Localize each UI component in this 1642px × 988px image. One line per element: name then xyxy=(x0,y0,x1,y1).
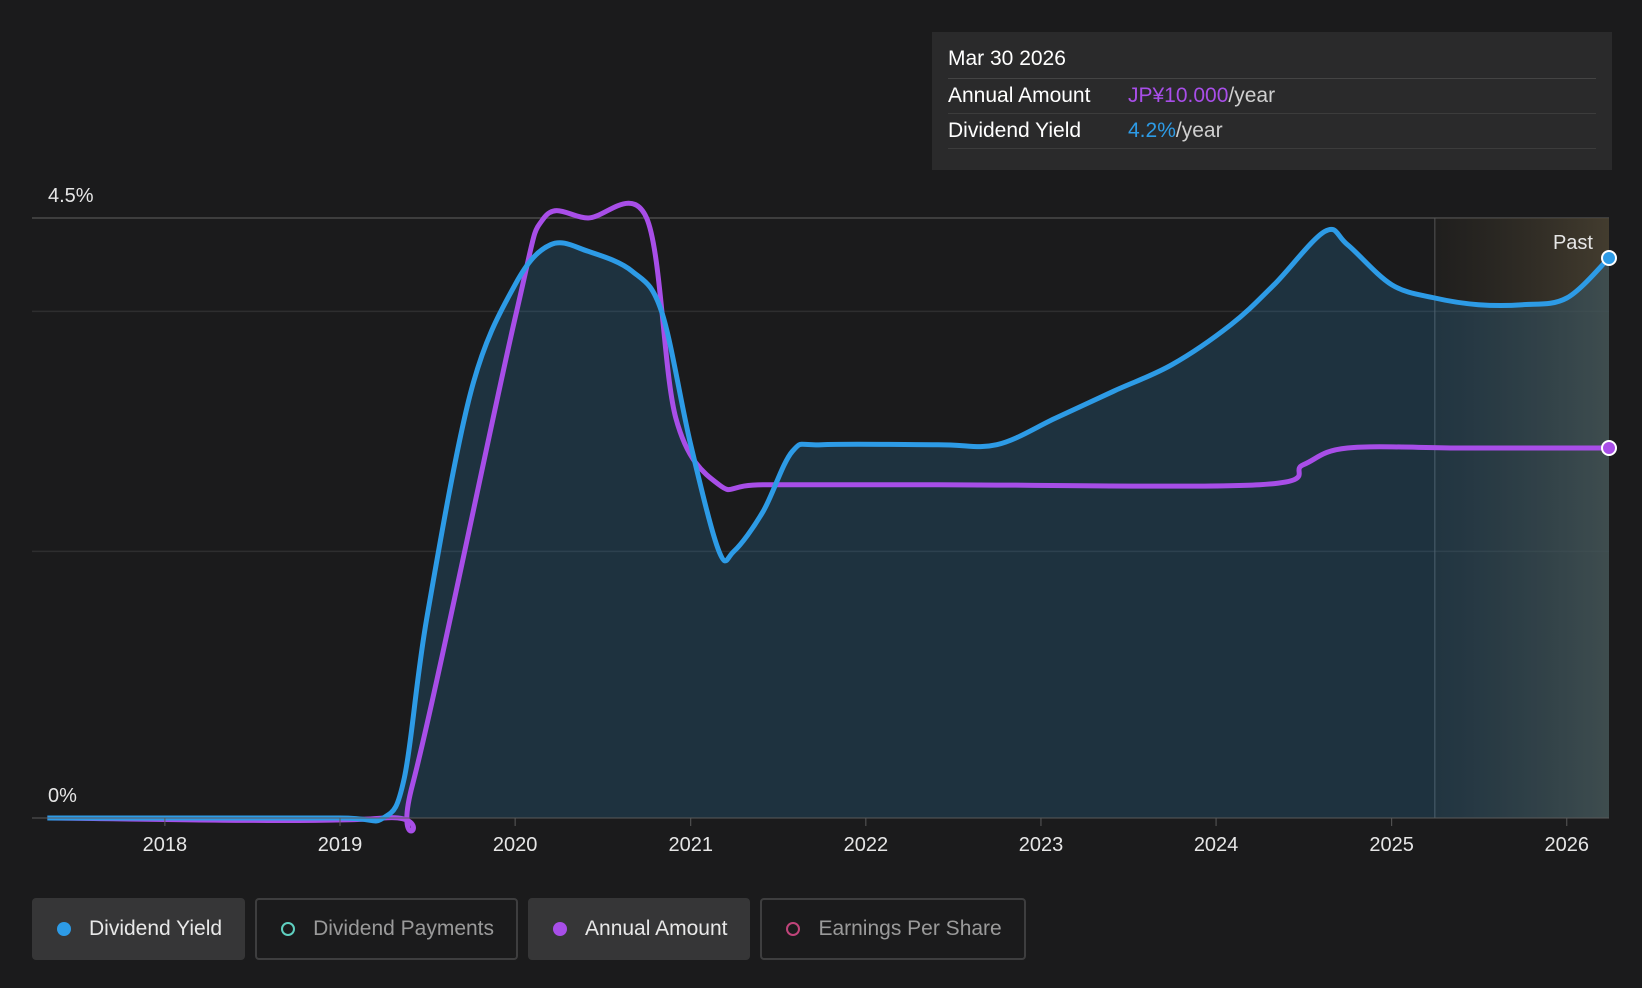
tooltip-value: 4.2% xyxy=(1128,119,1176,142)
tooltip-row-annual-amount: Annual Amount JP¥10.000 /year xyxy=(948,79,1596,114)
legend-item-earnings-per-share[interactable]: Earnings Per Share xyxy=(760,898,1026,960)
legend-label: Annual Amount xyxy=(585,917,728,940)
legend-item-dividend-yield[interactable]: Dividend Yield xyxy=(32,898,246,960)
tooltip-value: JP¥10.000 xyxy=(1128,84,1229,107)
tooltip-label: Annual Amount xyxy=(948,84,1091,107)
y-axis-top-label: 4.5% xyxy=(48,185,94,207)
x-tick-label: 2018 xyxy=(143,834,188,856)
x-tick-label: 2025 xyxy=(1369,834,1414,856)
x-tick-label: 2022 xyxy=(844,834,889,856)
x-tick-label: 2020 xyxy=(493,834,538,856)
x-axis-ticks: 2018 2019 2020 2021 2022 2023 2024 2025 2026 xyxy=(143,818,1589,856)
x-tick-label: 2021 xyxy=(668,834,713,856)
y-axis-bottom-label: 0% xyxy=(48,785,77,807)
dividend-yield-area xyxy=(47,229,1609,821)
legend-label: Earnings Per Share xyxy=(818,917,1002,940)
tooltip-panel: Mar 30 2026 Annual Amount JP¥10.000 /yea… xyxy=(932,32,1612,170)
tooltip-row-dividend-yield: Dividend Yield 4.2% /year xyxy=(948,114,1596,149)
tooltip-date: Mar 30 2026 xyxy=(948,44,1596,79)
tooltip-unit: /year xyxy=(1175,119,1223,142)
earnings-per-share-ring-icon xyxy=(786,922,801,936)
x-tick-label: 2019 xyxy=(318,834,363,856)
annual-amount-dot-icon xyxy=(553,922,568,936)
legend: Dividend Yield Dividend Payments Annual … xyxy=(32,898,1026,960)
legend-label: Dividend Payments xyxy=(313,917,495,940)
legend-item-annual-amount[interactable]: Annual Amount xyxy=(528,898,751,960)
tooltip-label: Dividend Yield xyxy=(948,119,1082,142)
legend-label: Dividend Yield xyxy=(89,917,223,940)
x-tick-label: 2024 xyxy=(1194,834,1239,856)
x-tick-label: 2026 xyxy=(1545,834,1590,856)
annual-amount-end-marker[interactable] xyxy=(1601,440,1617,456)
past-label: Past xyxy=(1553,232,1593,254)
dividend-yield-dot-icon xyxy=(57,922,71,936)
dividend-payments-ring-icon xyxy=(281,922,296,936)
tooltip-unit: /year xyxy=(1228,84,1276,107)
dividend-yield-end-marker[interactable] xyxy=(1601,250,1617,266)
legend-item-dividend-payments[interactable]: Dividend Payments xyxy=(255,898,519,960)
x-tick-label: 2023 xyxy=(1019,834,1064,856)
